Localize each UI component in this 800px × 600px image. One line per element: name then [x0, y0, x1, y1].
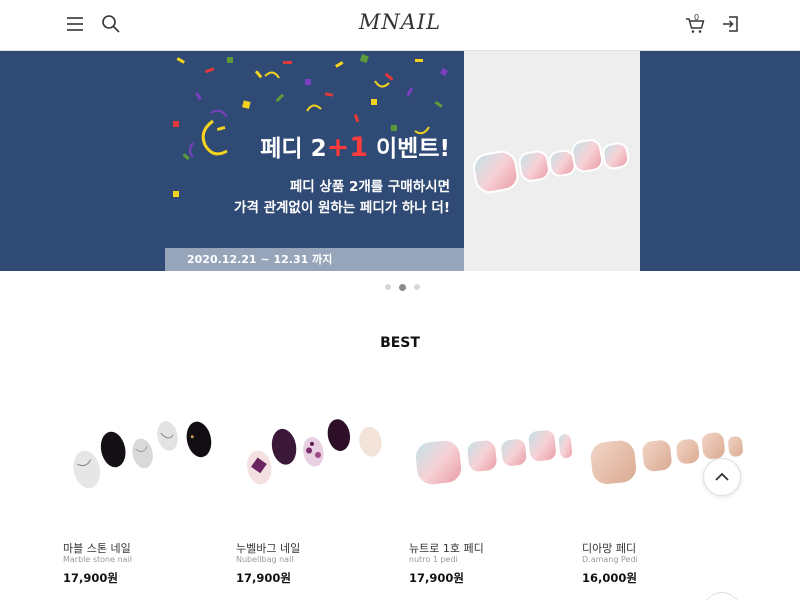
product-card-1[interactable]: 마블 스톤 네일 Marble stone nail 17,900원 [63, 395, 228, 585]
banner-slide-main[interactable]: 페디 2+1 이벤트! 페디 상품 2개를 구매하시면 가격 관계없이 원하는 … [165, 51, 464, 271]
product-card-4[interactable]: 디아망 페디 D.amang Pedi 16,000원 [582, 395, 747, 585]
secondary-floating-button[interactable] [703, 592, 741, 600]
product-image [245, 419, 384, 487]
product-eng-name: D.amang Pedi [582, 555, 638, 564]
product-name: 누벨바그 네일 [236, 542, 301, 555]
product-name: 뉴트로 1호 페디 [409, 542, 484, 555]
banner-title-suffix: 이벤트! [368, 136, 450, 162]
search-icon[interactable] [100, 13, 122, 35]
product-price: 17,900원 [63, 571, 118, 585]
product-card-3[interactable]: 뉴트로 1호 페디 nutro 1 pedi 17,900원 [409, 395, 574, 585]
section-title-best: BEST [380, 335, 420, 351]
cart-icon[interactable]: 0 [684, 13, 706, 35]
slider-dot-2[interactable] [399, 283, 406, 291]
product-price: 16,000원 [582, 571, 637, 585]
product-name: 마블 스톤 네일 [63, 542, 131, 555]
scroll-top-button[interactable] [703, 458, 741, 496]
slider-dot-1[interactable] [385, 284, 391, 290]
product-name: 디아망 페디 [582, 542, 637, 555]
banner-line-2: 가격 관계없이 원하는 페디가 하나 더! [234, 200, 450, 216]
product-image [413, 428, 574, 487]
event-banner[interactable]: 페디 2+1 이벤트! 페디 상품 2개를 구매하시면 가격 관계없이 원하는 … [0, 51, 800, 271]
logo-text[interactable]: MNAIL [359, 10, 441, 34]
banner-date: 2020.12.21 ~ 12.31 까지 [165, 248, 464, 271]
menu-icon[interactable] [64, 13, 86, 35]
header: MNAIL 0 [0, 0, 800, 51]
slider-dots [385, 283, 420, 291]
login-icon[interactable] [720, 13, 742, 35]
cart-count: 0 [694, 13, 699, 22]
product-price: 17,900원 [409, 571, 464, 585]
banner-title-prefix: 페디 2 [260, 136, 327, 162]
chevron-up-icon [715, 472, 729, 481]
banner-title: 페디 2+1 이벤트! [260, 129, 450, 163]
product-image [71, 419, 212, 491]
product-image [588, 430, 745, 487]
product-card-2[interactable]: 누벨바그 네일 Nubellbag nail 17,900원 [236, 395, 401, 585]
banner-slide-preview[interactable] [464, 51, 640, 271]
product-eng-name: nutro 1 pedi [409, 555, 458, 564]
product-eng-name: Nubellbag nail [236, 555, 294, 564]
banner-line-1: 페디 상품 2개를 구매하시면 [289, 179, 450, 195]
banner-title-plus: +1 [326, 132, 369, 163]
pedicure-product-image [472, 139, 630, 194]
product-price: 17,900원 [236, 571, 291, 585]
slider-dot-3[interactable] [414, 284, 420, 290]
product-eng-name: Marble stone nail [63, 555, 133, 564]
